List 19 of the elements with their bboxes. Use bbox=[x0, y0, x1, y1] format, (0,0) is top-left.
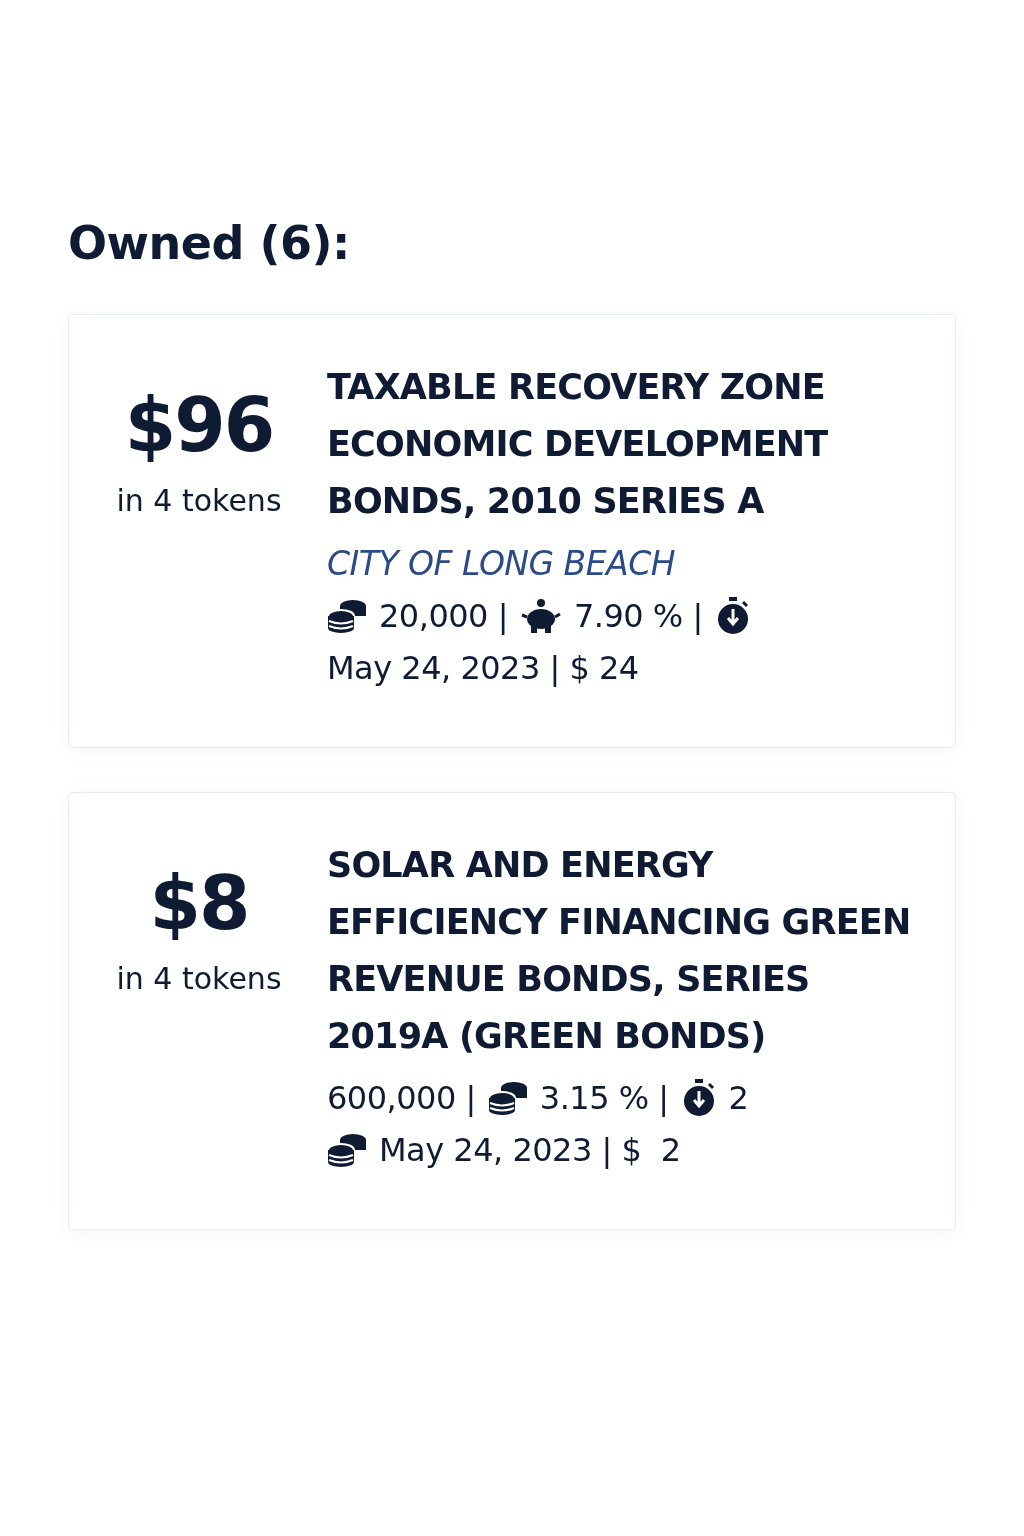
bond-stat: 2 bbox=[728, 1079, 749, 1117]
bond-stat: May 24, 2023 | $ 2 bbox=[379, 1131, 681, 1169]
bond-title: SOLAR AND ENERGY EFFICIENCY FINANCING GREEN REVENUE BONDS, SERIES 2019A (GREEN BONDS) bbox=[327, 844, 912, 1058]
coins-icon bbox=[327, 1132, 367, 1168]
issuer-name: CITY OF LONG BEACH bbox=[327, 544, 677, 583]
section-heading: Owned (6): bbox=[68, 216, 351, 270]
coins-icon bbox=[327, 598, 367, 634]
bond-stat: 3.15 % | bbox=[539, 1079, 669, 1117]
bond-stat: May 24, 2023 | $ 24 bbox=[327, 649, 639, 687]
amount-value: $96 bbox=[124, 387, 274, 465]
piggy-bank-icon bbox=[519, 598, 562, 634]
coins-icon bbox=[487, 1080, 528, 1116]
token-count: in 4 tokens bbox=[116, 960, 282, 996]
bond-title: TAXABLE RECOVERY ZONE ECONOMIC DEVELOPMENT BONDS, 2010 SERIES A bbox=[327, 366, 829, 523]
token-count: in 4 tokens bbox=[116, 482, 282, 518]
bond-stat: 7.90 % | bbox=[573, 597, 703, 635]
bond-stat: 600,000 | bbox=[327, 1079, 476, 1117]
bond-stat: 20,000 | bbox=[379, 597, 508, 635]
amount-value: $8 bbox=[149, 865, 249, 943]
